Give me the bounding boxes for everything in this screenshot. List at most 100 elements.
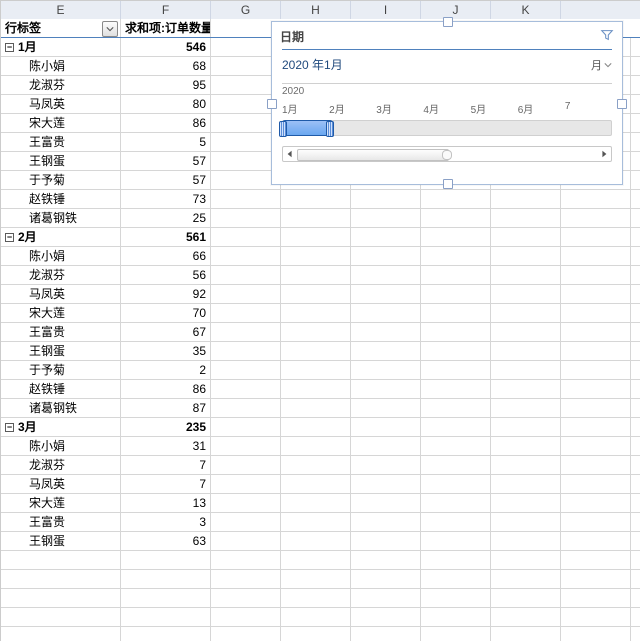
row-label-cell[interactable]: 龙淑芬: [1, 76, 121, 94]
row-value-cell[interactable]: 3: [121, 513, 211, 531]
row-label-cell[interactable]: 王钢蛋: [1, 532, 121, 550]
row-value-cell[interactable]: 561: [121, 228, 211, 246]
collapse-toggle[interactable]: −: [5, 423, 14, 432]
scroll-right-button[interactable]: [597, 148, 611, 160]
row-value-cell[interactable]: 70: [121, 304, 211, 322]
row-value-cell[interactable]: 7: [121, 475, 211, 493]
scroll-left-button[interactable]: [283, 148, 297, 160]
pivot-item-row[interactable]: 宋大莲70: [1, 304, 640, 323]
col-header-G[interactable]: G: [211, 1, 281, 19]
row-value-cell[interactable]: 73: [121, 190, 211, 208]
pivot-group-row[interactable]: −2月561: [1, 228, 640, 247]
pivot-item-row[interactable]: 王富贵3: [1, 513, 640, 532]
clear-filter-button[interactable]: [600, 28, 614, 45]
collapse-toggle[interactable]: −: [5, 233, 14, 242]
row-value-cell[interactable]: 57: [121, 171, 211, 189]
pivot-item-row[interactable]: 赵铁锤73: [1, 190, 640, 209]
row-label-cell[interactable]: 马凤英: [1, 475, 121, 493]
row-value-cell[interactable]: 35: [121, 342, 211, 360]
row-label-cell[interactable]: 陈小娟: [1, 57, 121, 75]
row-label-cell[interactable]: 王富贵: [1, 133, 121, 151]
pivot-item-row[interactable]: 陈小娟66: [1, 247, 640, 266]
empty-row[interactable]: [1, 627, 640, 641]
timeline-track[interactable]: [282, 120, 612, 136]
pivot-item-row[interactable]: 龙淑芬7: [1, 456, 640, 475]
pivot-item-row[interactable]: 宋大莲13: [1, 494, 640, 513]
row-label-cell[interactable]: 王钢蛋: [1, 152, 121, 170]
col-header-J[interactable]: J: [421, 1, 491, 19]
row-label-cell[interactable]: 王富贵: [1, 323, 121, 341]
pivot-item-row[interactable]: 王富贵67: [1, 323, 640, 342]
row-label-cell[interactable]: −3月: [1, 418, 121, 436]
pivot-item-row[interactable]: 诸葛钢铁87: [1, 399, 640, 418]
row-value-cell[interactable]: 80: [121, 95, 211, 113]
row-label-cell[interactable]: 马凤英: [1, 95, 121, 113]
col-header-I[interactable]: I: [351, 1, 421, 19]
row-value-cell[interactable]: 7: [121, 456, 211, 474]
collapse-toggle[interactable]: −: [5, 43, 14, 52]
row-value-cell[interactable]: 86: [121, 114, 211, 132]
row-label-cell[interactable]: 王富贵: [1, 513, 121, 531]
row-label-cell[interactable]: −1月: [1, 38, 121, 56]
row-label-cell[interactable]: 宋大莲: [1, 114, 121, 132]
pivot-item-row[interactable]: 王钢蛋63: [1, 532, 640, 551]
row-label-cell[interactable]: 宋大莲: [1, 494, 121, 512]
scroll-thumb-grip[interactable]: [442, 150, 452, 160]
row-value-cell[interactable]: 67: [121, 323, 211, 341]
row-label-cell[interactable]: 诸葛钢铁: [1, 209, 121, 227]
resize-handle-e[interactable]: [617, 99, 627, 109]
row-label-cell[interactable]: 龙淑芬: [1, 266, 121, 284]
pivot-item-row[interactable]: 陈小娟31: [1, 437, 640, 456]
empty-row[interactable]: [1, 589, 640, 608]
col-header-F[interactable]: F: [121, 1, 211, 19]
row-value-cell[interactable]: 25: [121, 209, 211, 227]
row-value-cell[interactable]: 57: [121, 152, 211, 170]
pivot-group-row[interactable]: −3月235: [1, 418, 640, 437]
row-value-cell[interactable]: 63: [121, 532, 211, 550]
timeline-level-selector[interactable]: 月: [591, 57, 612, 73]
pivot-item-row[interactable]: 赵铁锤86: [1, 380, 640, 399]
pivot-item-row[interactable]: 龙淑芬56: [1, 266, 640, 285]
row-value-cell[interactable]: 68: [121, 57, 211, 75]
timeline-handle-left[interactable]: [279, 121, 287, 137]
row-label-cell[interactable]: 于予菊: [1, 361, 121, 379]
col-header-E[interactable]: E: [1, 1, 121, 19]
row-label-cell[interactable]: 赵铁锤: [1, 190, 121, 208]
pivot-item-row[interactable]: 马凤英7: [1, 475, 640, 494]
row-label-cell[interactable]: 王钢蛋: [1, 342, 121, 360]
row-label-cell[interactable]: 赵铁锤: [1, 380, 121, 398]
row-label-cell[interactable]: 马凤英: [1, 285, 121, 303]
row-value-cell[interactable]: 92: [121, 285, 211, 303]
empty-row[interactable]: [1, 551, 640, 570]
pivot-item-row[interactable]: 于予菊2: [1, 361, 640, 380]
row-value-cell[interactable]: 31: [121, 437, 211, 455]
row-label-cell[interactable]: 宋大莲: [1, 304, 121, 322]
resize-handle-n[interactable]: [443, 17, 453, 27]
row-value-cell[interactable]: 56: [121, 266, 211, 284]
row-label-cell[interactable]: −2月: [1, 228, 121, 246]
row-value-cell[interactable]: 13: [121, 494, 211, 512]
row-value-cell[interactable]: 546: [121, 38, 211, 56]
scroll-thumb[interactable]: [297, 149, 449, 161]
row-value-cell[interactable]: 66: [121, 247, 211, 265]
row-value-cell[interactable]: 86: [121, 380, 211, 398]
row-value-cell[interactable]: 5: [121, 133, 211, 151]
row-label-cell[interactable]: 陈小娟: [1, 247, 121, 265]
pivot-item-row[interactable]: 马凤英92: [1, 285, 640, 304]
empty-row[interactable]: [1, 570, 640, 589]
empty-row[interactable]: [1, 608, 640, 627]
timeline-handle-right[interactable]: [326, 121, 334, 137]
row-label-cell[interactable]: 龙淑芬: [1, 456, 121, 474]
resize-handle-s[interactable]: [443, 179, 453, 189]
pivot-item-row[interactable]: 王钢蛋35: [1, 342, 640, 361]
row-label-cell[interactable]: 诸葛钢铁: [1, 399, 121, 417]
row-label-cell[interactable]: 陈小娟: [1, 437, 121, 455]
timeline-slicer[interactable]: 日期 2020 年1月 月 2020 1月2月3月4月5月6月7: [271, 21, 623, 185]
resize-handle-w[interactable]: [267, 99, 277, 109]
row-value-cell[interactable]: 235: [121, 418, 211, 436]
row-value-cell[interactable]: 2: [121, 361, 211, 379]
row-value-cell[interactable]: 87: [121, 399, 211, 417]
row-label-filter-button[interactable]: [102, 21, 118, 37]
col-header-K[interactable]: K: [491, 1, 561, 19]
row-value-cell[interactable]: 95: [121, 76, 211, 94]
